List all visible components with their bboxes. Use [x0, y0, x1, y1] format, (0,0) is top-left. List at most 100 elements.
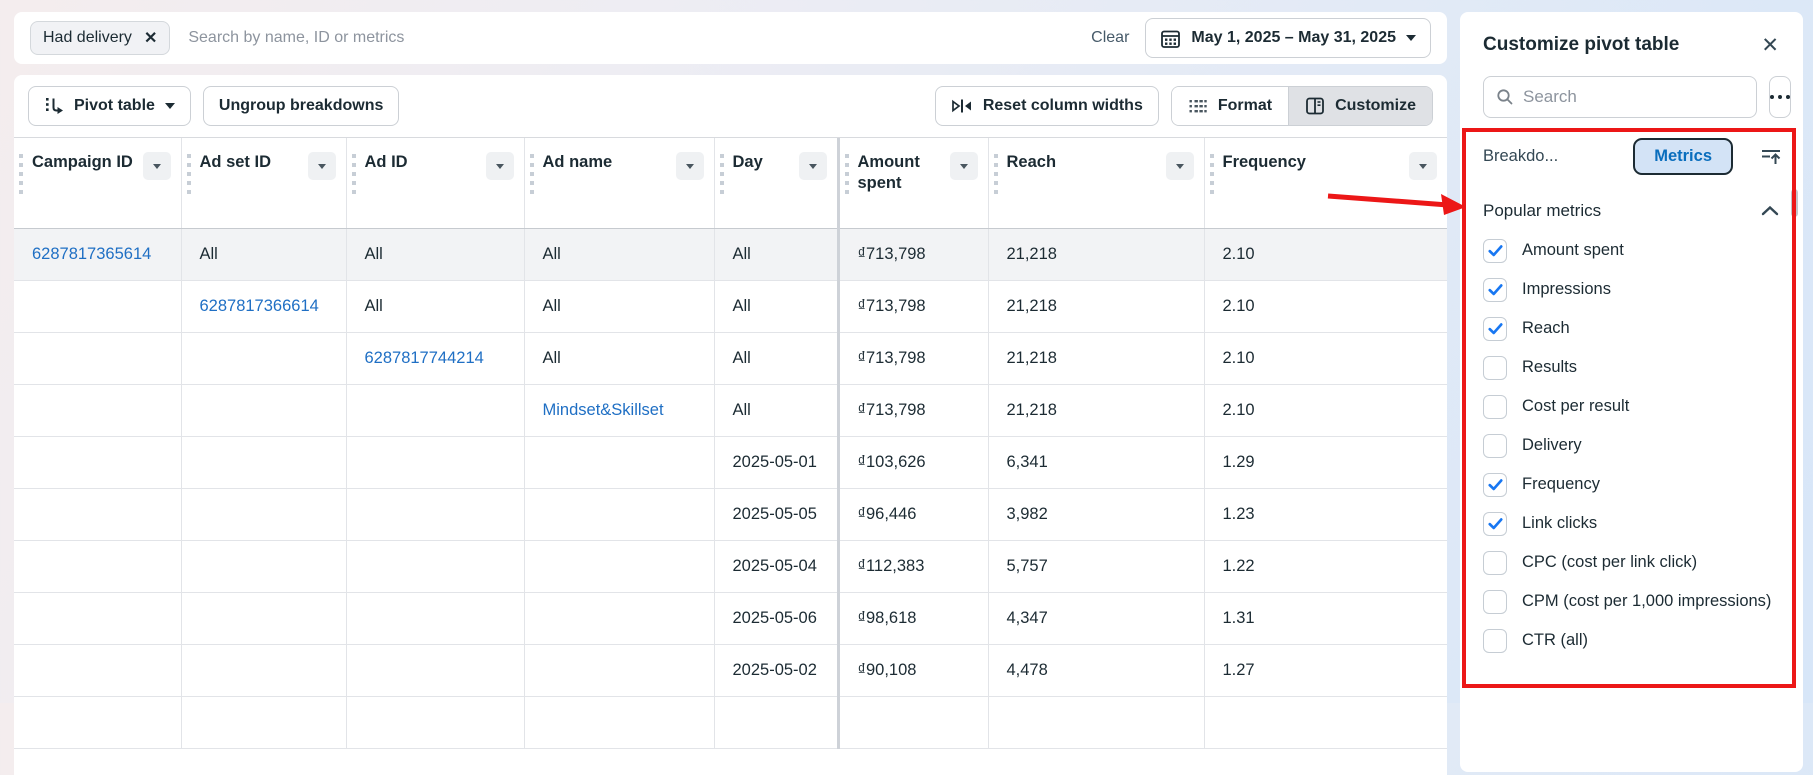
- metric-checkbox-amount-spent[interactable]: [1483, 238, 1507, 263]
- column-menu-button[interactable]: [949, 152, 978, 180]
- table-cell: [181, 696, 347, 749]
- tab-breakdowns[interactable]: Breakdo...: [1483, 147, 1558, 166]
- table-cell: [181, 436, 347, 489]
- table-cell: All: [346, 280, 525, 333]
- table-cell: 21,218: [988, 280, 1205, 333]
- drag-handle[interactable]: [1209, 154, 1214, 196]
- metric-checkbox-cpm-cost-per-1-000-impressions[interactable]: [1483, 589, 1507, 614]
- chevron-down-icon: [808, 163, 817, 169]
- table-cell: [836, 696, 989, 749]
- cell-link[interactable]: Mindset&Skillset: [543, 401, 664, 419]
- search-input[interactable]: [188, 29, 1092, 47]
- column-menu-button[interactable]: [798, 152, 827, 180]
- chevron-up-icon[interactable]: [1761, 205, 1779, 217]
- metric-item-cpc-cost-per-link-click[interactable]: CPC (cost per link click): [1460, 543, 1803, 582]
- format-button[interactable]: Format: [1171, 87, 1289, 125]
- metric-item-amount-spent[interactable]: Amount spent: [1460, 231, 1803, 270]
- drag-handle[interactable]: [19, 154, 23, 196]
- cell-link[interactable]: 6287817365614: [32, 245, 151, 263]
- metric-item-delivery[interactable]: Delivery: [1460, 426, 1803, 465]
- metric-checkbox-impressions[interactable]: [1483, 277, 1507, 302]
- tab-metrics[interactable]: Metrics: [1633, 138, 1733, 175]
- column-label: Ad name: [542, 153, 613, 171]
- table-cell: 1.31: [1204, 592, 1447, 645]
- table-cell: 6287817744214: [346, 332, 525, 385]
- reset-column-widths-button[interactable]: Reset column widths: [934, 86, 1159, 126]
- filter-chip-had-delivery[interactable]: Had delivery ✕: [30, 21, 171, 55]
- date-range-button[interactable]: May 1, 2025 – May 31, 2025: [1145, 18, 1431, 58]
- drag-handle[interactable]: [351, 154, 356, 196]
- drag-handle[interactable]: [719, 154, 724, 196]
- collapse-sections-icon[interactable]: [1759, 146, 1783, 168]
- table-cell: [524, 436, 715, 489]
- metric-item-cpm-cost-per-1-000-impressions[interactable]: CPM (cost per 1,000 impressions): [1460, 582, 1803, 621]
- table-cell: [714, 696, 839, 749]
- table-row: 2025-05-04 ₫112,383 5,757 1.22: [14, 540, 1447, 593]
- column-menu-button[interactable]: [675, 152, 704, 180]
- more-options-button[interactable]: [1769, 76, 1791, 118]
- drag-handle[interactable]: [844, 154, 849, 196]
- column-menu-button[interactable]: [307, 152, 336, 180]
- table-cell: 3,982: [988, 488, 1205, 541]
- metric-checkbox-link-clicks[interactable]: [1483, 511, 1507, 536]
- table-cell: ₫713,798: [836, 332, 989, 385]
- table-cell: 1.23: [1204, 488, 1447, 541]
- table-cell: 2025-05-01: [714, 436, 839, 489]
- metric-checkbox-cost-per-result[interactable]: [1483, 394, 1507, 419]
- table-cell: ₫713,798: [836, 228, 989, 281]
- drag-handle[interactable]: [993, 154, 998, 196]
- table-cell: All: [714, 384, 839, 437]
- table-cell: [181, 488, 347, 541]
- table-cell: 2.10: [1204, 280, 1447, 333]
- cell-link[interactable]: 6287817744214: [365, 349, 484, 367]
- close-icon[interactable]: ✕: [1761, 35, 1779, 56]
- table-cell: ₫112,383: [836, 540, 989, 593]
- metric-label: Frequency: [1522, 475, 1600, 493]
- column-header-campaign-id: Campaign ID: [14, 138, 182, 229]
- cell-link[interactable]: 6287817366614: [200, 297, 319, 315]
- column-menu-button[interactable]: [1409, 152, 1437, 180]
- metric-checkbox-ctr-all[interactable]: [1483, 628, 1507, 653]
- column-header-frequency: Frequency: [1204, 138, 1447, 229]
- clear-button[interactable]: Clear: [1091, 29, 1129, 47]
- table-cell: All: [714, 332, 839, 385]
- metric-item-results[interactable]: Results: [1460, 348, 1803, 387]
- table-cell: [14, 332, 182, 385]
- metric-checkbox-results[interactable]: [1483, 355, 1507, 380]
- table-cell: [181, 384, 347, 437]
- metric-checkbox-frequency[interactable]: [1483, 472, 1507, 497]
- remove-filter-icon[interactable]: ✕: [144, 28, 157, 48]
- table-cell: [14, 540, 182, 593]
- chevron-down-icon: [152, 163, 161, 169]
- metric-item-ctr-all[interactable]: CTR (all): [1460, 621, 1803, 660]
- metric-checkbox-reach[interactable]: [1483, 316, 1507, 341]
- ungroup-breakdowns-button[interactable]: Ungroup breakdowns: [202, 86, 400, 126]
- chevron-down-icon: [1406, 35, 1416, 41]
- customize-button[interactable]: Customize: [1288, 87, 1432, 125]
- table-cell: [181, 592, 347, 645]
- panel-search-input[interactable]: [1523, 87, 1744, 107]
- table-cell: All: [524, 228, 715, 281]
- drag-handle[interactable]: [186, 154, 191, 196]
- column-menu-button[interactable]: [142, 152, 171, 180]
- table-cell: [346, 488, 525, 541]
- metric-checkbox-delivery[interactable]: [1483, 433, 1507, 458]
- table-cell: [524, 488, 715, 541]
- chevron-down-icon: [164, 103, 175, 109]
- panel-scrollbar[interactable]: [1791, 189, 1798, 217]
- table-cell: 6,341: [988, 436, 1205, 489]
- drag-handle[interactable]: [529, 154, 534, 196]
- metric-item-reach[interactable]: Reach: [1460, 309, 1803, 348]
- metric-item-cost-per-result[interactable]: Cost per result: [1460, 387, 1803, 426]
- panel-search-box[interactable]: [1483, 76, 1757, 118]
- chevron-down-icon: [495, 163, 504, 169]
- metric-item-impressions[interactable]: Impressions: [1460, 270, 1803, 309]
- metric-checkbox-cpc-cost-per-link-click[interactable]: [1483, 550, 1507, 575]
- pivot-table-dropdown[interactable]: Pivot table: [28, 86, 191, 126]
- column-menu-button[interactable]: [1165, 152, 1194, 180]
- column-menu-button[interactable]: [485, 152, 514, 180]
- calendar-icon: [1160, 28, 1181, 49]
- table-cell: [181, 644, 347, 697]
- metric-item-link-clicks[interactable]: Link clicks: [1460, 504, 1803, 543]
- metric-item-frequency[interactable]: Frequency: [1460, 465, 1803, 504]
